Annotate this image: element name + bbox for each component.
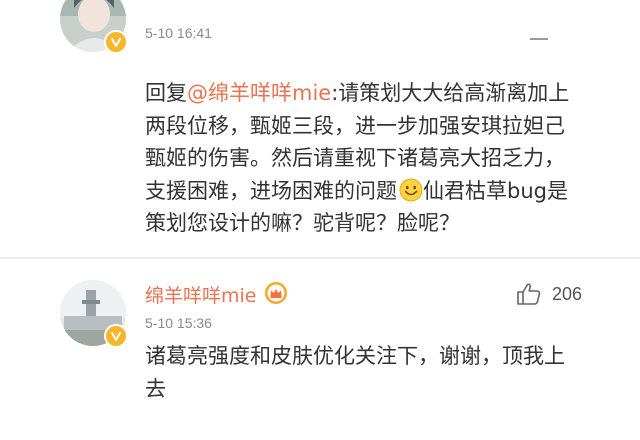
more-options-button[interactable] <box>528 32 550 46</box>
thumbs-up-icon <box>517 283 541 305</box>
verified-icon <box>104 324 128 348</box>
avatar[interactable] <box>60 0 128 54</box>
comment-item: 5-10 16:41 回复@绵羊咩咩mie:请策划大大给高渐离加上两段位移，甄姬… <box>0 0 640 258</box>
username-link[interactable]: 绵羊咩咩mie <box>145 281 256 308</box>
comment-body: 诸葛亮强度和皮肤优化关注下，谢谢，顶我上去 <box>145 344 565 401</box>
like-count: 206 <box>552 283 583 304</box>
comment-item: 绵羊咩咩mie 206 5-10 15:36 诸葛亮强度和皮肤优化关注下，谢谢，… <box>0 259 640 440</box>
comment-timestamp: 5-10 15:36 <box>145 315 212 331</box>
dash-icon <box>530 38 548 40</box>
avatar[interactable] <box>60 280 128 348</box>
comment-timestamp: 5-10 16:41 <box>145 25 212 41</box>
verified-icon <box>104 30 128 54</box>
like-button[interactable]: 206 <box>516 279 582 309</box>
mention-link[interactable]: @绵羊咩咩mie <box>187 81 331 105</box>
smile-emoji-icon <box>399 178 423 202</box>
comment-body: 回复@绵羊咩咩mie:请策划大大给高渐离加上两段位移，甄姬三段，进一步加强安琪拉… <box>145 77 581 240</box>
crown-badge-icon <box>264 281 288 305</box>
reply-prefix: 回复 <box>145 81 187 105</box>
